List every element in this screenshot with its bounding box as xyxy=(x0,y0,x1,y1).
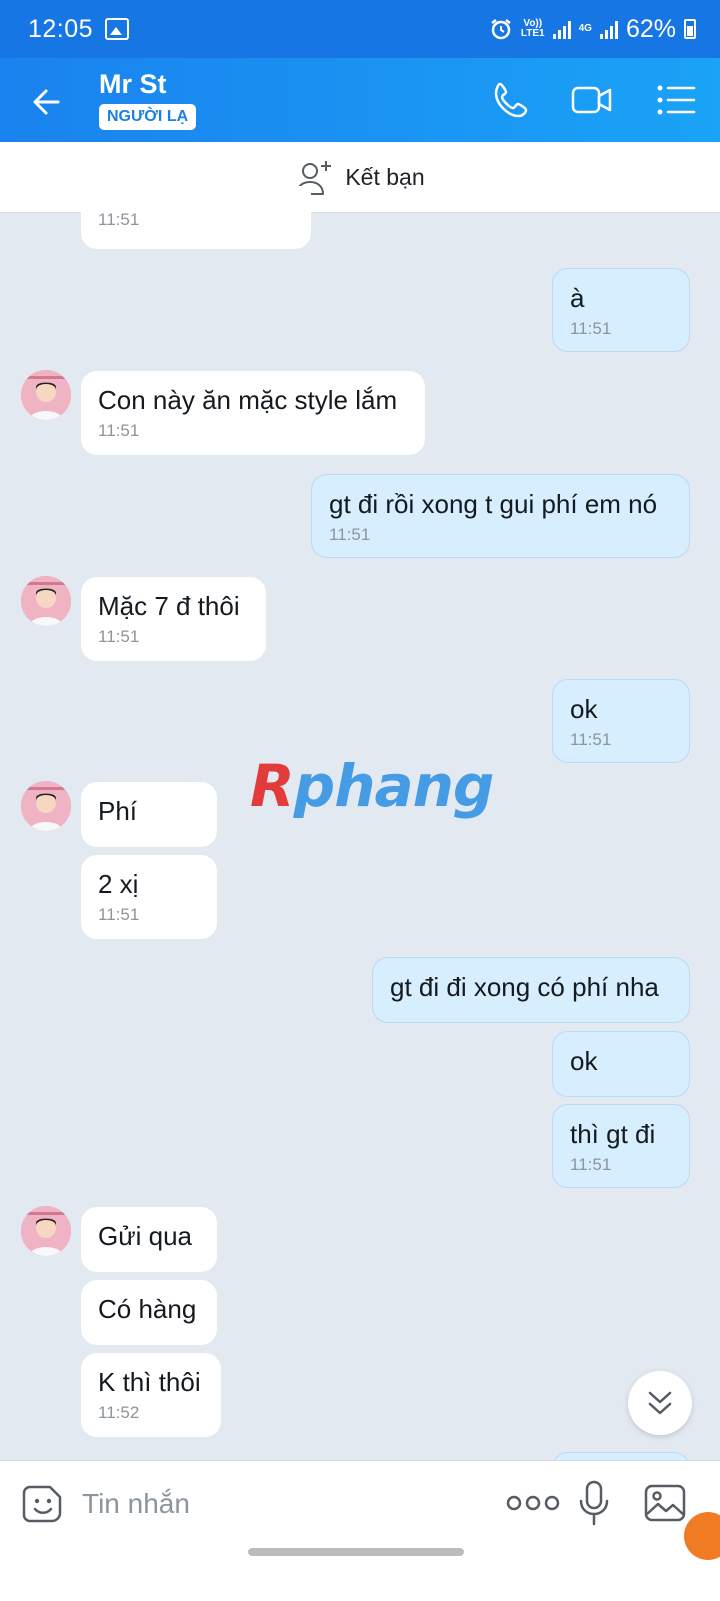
avatar[interactable] xyxy=(21,781,71,831)
status-time: 12:05 xyxy=(28,14,94,43)
watermark-first: R xyxy=(250,752,295,820)
message-time: 11:52 xyxy=(98,1403,140,1422)
avatar[interactable] xyxy=(21,576,71,626)
more-options-icon[interactable] xyxy=(505,1491,561,1515)
avatar-image xyxy=(21,781,71,831)
watermark-logo: Rphang xyxy=(250,752,495,820)
video-call-icon[interactable] xyxy=(570,78,614,122)
alarm-icon xyxy=(491,19,511,40)
message-bubble-outgoing[interactable]: à 11:51 xyxy=(552,268,690,352)
image-gallery-icon[interactable] xyxy=(643,1481,687,1525)
message-text: ok xyxy=(570,694,598,724)
avatar[interactable] xyxy=(21,370,71,420)
battery-icon xyxy=(684,19,696,39)
message-bubble-outgoing[interactable]: gt đi rồi xong t gui phí em nó 11:51 xyxy=(311,474,690,558)
chat-header: Mr St NGƯỜI LẠ xyxy=(0,58,720,142)
status-indicators: Vo)) LTE1 4G 62% xyxy=(489,0,696,58)
message-time: 11:51 xyxy=(570,1155,612,1174)
battery-percent: 62% xyxy=(625,14,676,43)
message-input-bar xyxy=(0,1460,720,1601)
stranger-badge: NGƯỜI LẠ xyxy=(99,104,197,130)
microphone-icon[interactable] xyxy=(578,1479,610,1529)
message-time: 11:51 xyxy=(329,525,371,544)
gallery-notification-icon xyxy=(105,18,130,40)
message-text: 2 xị xyxy=(98,869,139,899)
scroll-to-bottom-button[interactable] xyxy=(628,1371,692,1435)
message-text: Có hàng xyxy=(98,1294,197,1324)
message-text: K thì thôi xyxy=(98,1367,201,1397)
message-time: 11:51 xyxy=(570,319,612,338)
volte-label: Vo)) LTE1 xyxy=(520,18,545,39)
message-text: Phí xyxy=(98,796,138,826)
message-text: Con này ăn mặc style lắm xyxy=(98,385,398,415)
message-bubble-incoming[interactable]: K thì thôi 11:52 xyxy=(81,1353,221,1437)
message-bubble-outgoing[interactable]: ok 11:51 xyxy=(552,679,690,763)
sticker-emoji-icon[interactable] xyxy=(22,1483,64,1525)
message-input[interactable] xyxy=(80,1479,464,1529)
avatar-image xyxy=(21,1206,71,1256)
watermark-rest: phang xyxy=(293,752,495,820)
message-bubble-incoming[interactable]: 11:51 xyxy=(81,186,311,249)
message-bubble-incoming[interactable]: Con này ăn mặc style lắm 11:51 xyxy=(81,371,425,455)
menu-list-icon[interactable] xyxy=(654,78,698,122)
message-text: gt đi rồi xong t gui phí em nó xyxy=(329,489,658,519)
message-bubble-incoming[interactable]: Có hàng xyxy=(81,1280,217,1345)
message-bubble-outgoing[interactable]: gt đi đi xong có phí nha xyxy=(372,957,690,1023)
avatar[interactable] xyxy=(21,1206,71,1256)
home-indicator[interactable] xyxy=(248,1548,464,1556)
signal-icon xyxy=(552,19,571,39)
message-text: Mặc 7 đ thôi xyxy=(98,591,240,621)
message-text: Gửi qua xyxy=(98,1221,193,1251)
add-friend-label: Kết bạn xyxy=(345,163,425,190)
message-bubble-incoming[interactable]: Phí xyxy=(81,782,217,847)
message-bubble-incoming[interactable]: Gửi qua xyxy=(81,1207,217,1272)
message-time: 11:51 xyxy=(570,730,612,749)
message-text: gt đi đi xong có phí nha xyxy=(390,972,659,1002)
avatar-image xyxy=(21,370,71,420)
message-text: à xyxy=(570,283,585,313)
message-time: 11:51 xyxy=(98,905,140,924)
back-arrow-icon[interactable] xyxy=(28,82,68,122)
message-time: 11:51 xyxy=(98,421,140,440)
message-time: 11:51 xyxy=(98,627,140,646)
phone-call-icon[interactable] xyxy=(490,78,534,122)
status-bar: 12:05 Vo)) LTE1 4G 62% xyxy=(0,0,720,58)
4g-label: 4G xyxy=(578,23,592,34)
contact-name[interactable]: Mr St xyxy=(99,69,167,100)
message-time: 11:51 xyxy=(98,210,140,229)
message-bubble-outgoing[interactable]: ok xyxy=(552,1031,690,1097)
message-text: thì gt đi xyxy=(570,1119,656,1149)
message-bubble-outgoing[interactable]: thì gt đi 11:51 xyxy=(552,1104,690,1188)
message-text: ok xyxy=(570,1046,598,1076)
double-chevron-down-icon xyxy=(648,1391,672,1415)
message-text xyxy=(98,186,294,206)
message-bubble-incoming[interactable]: Mặc 7 đ thôi 11:51 xyxy=(81,577,266,661)
avatar-image xyxy=(21,576,71,626)
message-bubble-incoming[interactable]: 2 xị 11:51 xyxy=(81,855,217,939)
signal-icon-2 xyxy=(599,19,618,39)
